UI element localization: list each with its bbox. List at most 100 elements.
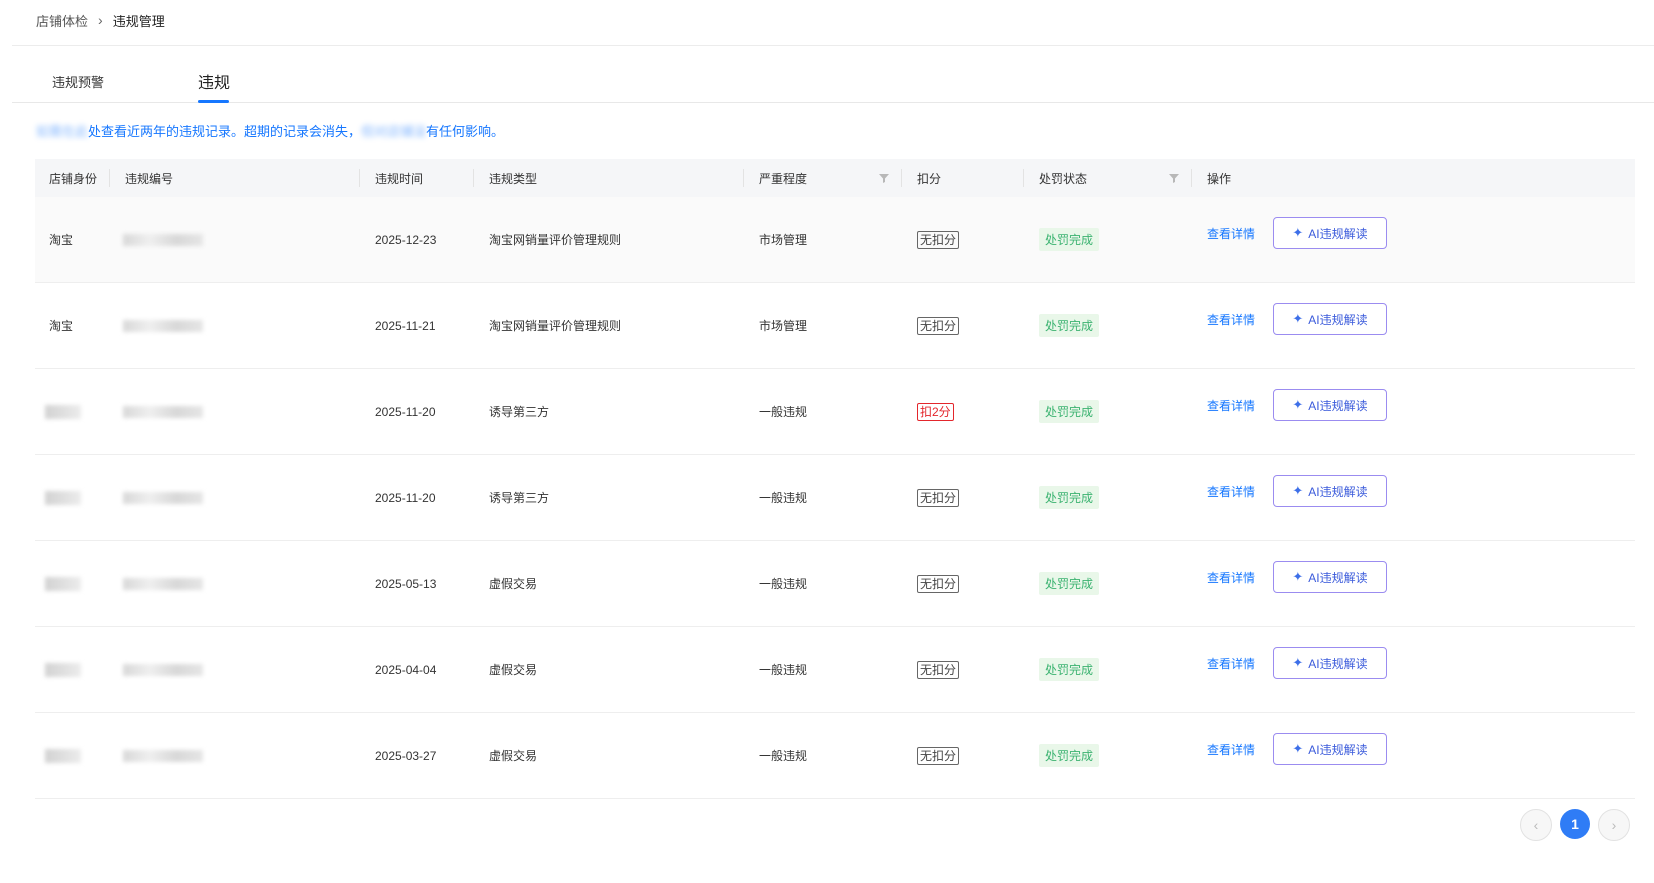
status-badge: 处罚完成	[1039, 572, 1100, 595]
ai-interpret-button[interactable]: ✦ AI违规解读	[1273, 475, 1387, 507]
cell-type: 虚假交易	[489, 577, 538, 591]
cell-status: 处罚完成	[1039, 197, 1100, 282]
cell-status: 处罚完成	[1039, 627, 1100, 712]
notice-masked-middle: 但对店铺没	[361, 124, 427, 139]
cell-shop-masked	[45, 369, 81, 454]
status-badge: 处罚完成	[1039, 658, 1100, 681]
cell-status: 处罚完成	[1039, 455, 1100, 540]
table-row: 2025-04-04 虚假交易 一般违规 无扣分 处罚完成 查看详情 ✦ AI违规…	[35, 627, 1635, 713]
notice-visible-tail: 有任何影响。	[426, 124, 505, 139]
breadcrumb-current: 违规管理	[112, 13, 165, 29]
breadcrumb-parent[interactable]: 店铺体检	[36, 11, 88, 30]
cell-actions: 查看详情	[1207, 627, 1255, 699]
cell-deduct: 无扣分	[917, 713, 960, 798]
cell-shop-masked	[45, 627, 81, 712]
column-separator	[109, 169, 110, 187]
view-detail-link[interactable]: 查看详情	[1207, 569, 1255, 586]
view-detail-link[interactable]: 查看详情	[1207, 655, 1255, 672]
cell-id-masked	[123, 369, 203, 454]
th-shop: 店铺身份	[49, 171, 98, 186]
cell-deduct: 无扣分	[917, 455, 960, 540]
cell-status: 处罚完成	[1039, 541, 1100, 626]
cell-shop: 淘宝	[49, 233, 74, 247]
tab-violation[interactable]: 违规	[198, 60, 230, 102]
sparkle-icon: ✦	[1292, 569, 1304, 584]
header-divider	[12, 45, 1654, 46]
cell-severity: 一般违规	[759, 405, 808, 419]
masked-value	[45, 576, 81, 591]
cell-actions: 查看详情	[1207, 455, 1255, 527]
status-badge: 处罚完成	[1039, 744, 1100, 767]
ai-interpret-button[interactable]: ✦ AI违规解读	[1273, 217, 1387, 249]
masked-value	[45, 662, 81, 677]
cell-id-masked	[123, 627, 203, 712]
cell-id-masked	[123, 197, 203, 282]
column-separator	[743, 169, 744, 187]
deduct-tag: 无扣分	[917, 488, 960, 507]
prev-page-button[interactable]: ‹	[1520, 809, 1552, 841]
cell-actions: 查看详情	[1207, 197, 1255, 269]
cell-status: 处罚完成	[1039, 369, 1100, 454]
cell-severity: 一般违规	[759, 749, 808, 763]
cell-id-masked	[123, 455, 203, 540]
view-detail-link[interactable]: 查看详情	[1207, 397, 1255, 414]
status-badge: 处罚完成	[1039, 486, 1100, 509]
table-row: 2025-05-13 虚假交易 一般违规 无扣分 处罚完成 查看详情 ✦ AI违规…	[35, 541, 1635, 627]
breadcrumb: 店铺体检 › 违规管理	[36, 10, 165, 30]
sparkle-icon: ✦	[1292, 311, 1304, 326]
masked-value	[123, 319, 203, 332]
cell-shop-masked	[45, 713, 81, 798]
tab-violation-warning[interactable]: 违规预警	[52, 60, 104, 102]
view-detail-link[interactable]: 查看详情	[1207, 311, 1255, 328]
severity-filter-icon[interactable]	[879, 173, 889, 183]
ai-interpret-button[interactable]: ✦ AI违规解读	[1273, 647, 1387, 679]
column-separator	[901, 169, 902, 187]
th-status: 处罚状态	[1039, 171, 1088, 186]
cell-type: 虚假交易	[489, 663, 538, 677]
ai-interpret-button[interactable]: ✦ AI违规解读	[1273, 561, 1387, 593]
deduct-tag: 无扣分	[917, 574, 960, 593]
deduct-tag: 扣2分	[917, 402, 954, 421]
view-detail-link[interactable]: 查看详情	[1207, 225, 1255, 242]
cell-deduct: 无扣分	[917, 197, 960, 282]
ai-interpret-button[interactable]: ✦ AI违规解读	[1273, 303, 1387, 335]
cell-id-masked	[123, 541, 203, 626]
cell-deduct: 无扣分	[917, 627, 960, 712]
ai-button-label: AI违规解读	[1308, 742, 1368, 757]
ai-interpret-button[interactable]: ✦ AI违规解读	[1273, 733, 1387, 765]
notice-masked-prefix: 如需在此	[36, 124, 89, 139]
cell-deduct: 无扣分	[917, 541, 960, 626]
cell-date: 2025-03-27	[375, 748, 437, 763]
deduct-tag: 无扣分	[917, 746, 960, 765]
cell-date: 2025-05-13	[375, 576, 437, 591]
masked-value	[45, 490, 81, 505]
ai-button-label: AI违规解读	[1308, 656, 1368, 671]
masked-value	[123, 577, 203, 590]
notice-text: 如需在此处查看近两年的违规记录。超期的记录会消失，但对店铺没有任何影响。	[36, 121, 504, 140]
th-date: 违规时间	[375, 171, 424, 186]
ai-button-label: AI违规解读	[1308, 570, 1368, 585]
sparkle-icon: ✦	[1292, 483, 1304, 498]
notice-visible-text: 处查看近两年的违规记录。超期的记录会消失，	[88, 124, 362, 139]
next-page-button[interactable]: ›	[1598, 809, 1630, 841]
cell-date: 2025-12-23	[375, 232, 437, 247]
cell-severity: 一般违规	[759, 577, 808, 591]
view-detail-link[interactable]: 查看详情	[1207, 483, 1255, 500]
breadcrumb-separator-icon: ›	[98, 12, 103, 28]
violation-table: 店铺身份 违规编号 违规时间 违规类型 严重程度 扣分 处罚状态 操作 淘宝 2…	[35, 159, 1635, 799]
sparkle-icon: ✦	[1292, 397, 1304, 412]
cell-status: 处罚完成	[1039, 713, 1100, 798]
sparkle-icon: ✦	[1292, 225, 1304, 240]
th-actions: 操作	[1207, 171, 1232, 186]
th-severity: 严重程度	[759, 171, 808, 186]
column-separator	[473, 169, 474, 187]
masked-value	[45, 748, 81, 763]
ai-interpret-button[interactable]: ✦ AI违规解读	[1273, 389, 1387, 421]
th-deduct: 扣分	[917, 171, 942, 186]
view-detail-link[interactable]: 查看详情	[1207, 741, 1255, 758]
cell-type: 诱导第三方	[489, 491, 550, 505]
page-number-button[interactable]: 1	[1560, 809, 1590, 839]
table-body: 淘宝 2025-12-23 淘宝网销量评价管理规则 市场管理 无扣分 处罚完成 …	[35, 197, 1635, 799]
cell-status: 处罚完成	[1039, 283, 1100, 368]
status-filter-icon[interactable]	[1169, 173, 1179, 183]
